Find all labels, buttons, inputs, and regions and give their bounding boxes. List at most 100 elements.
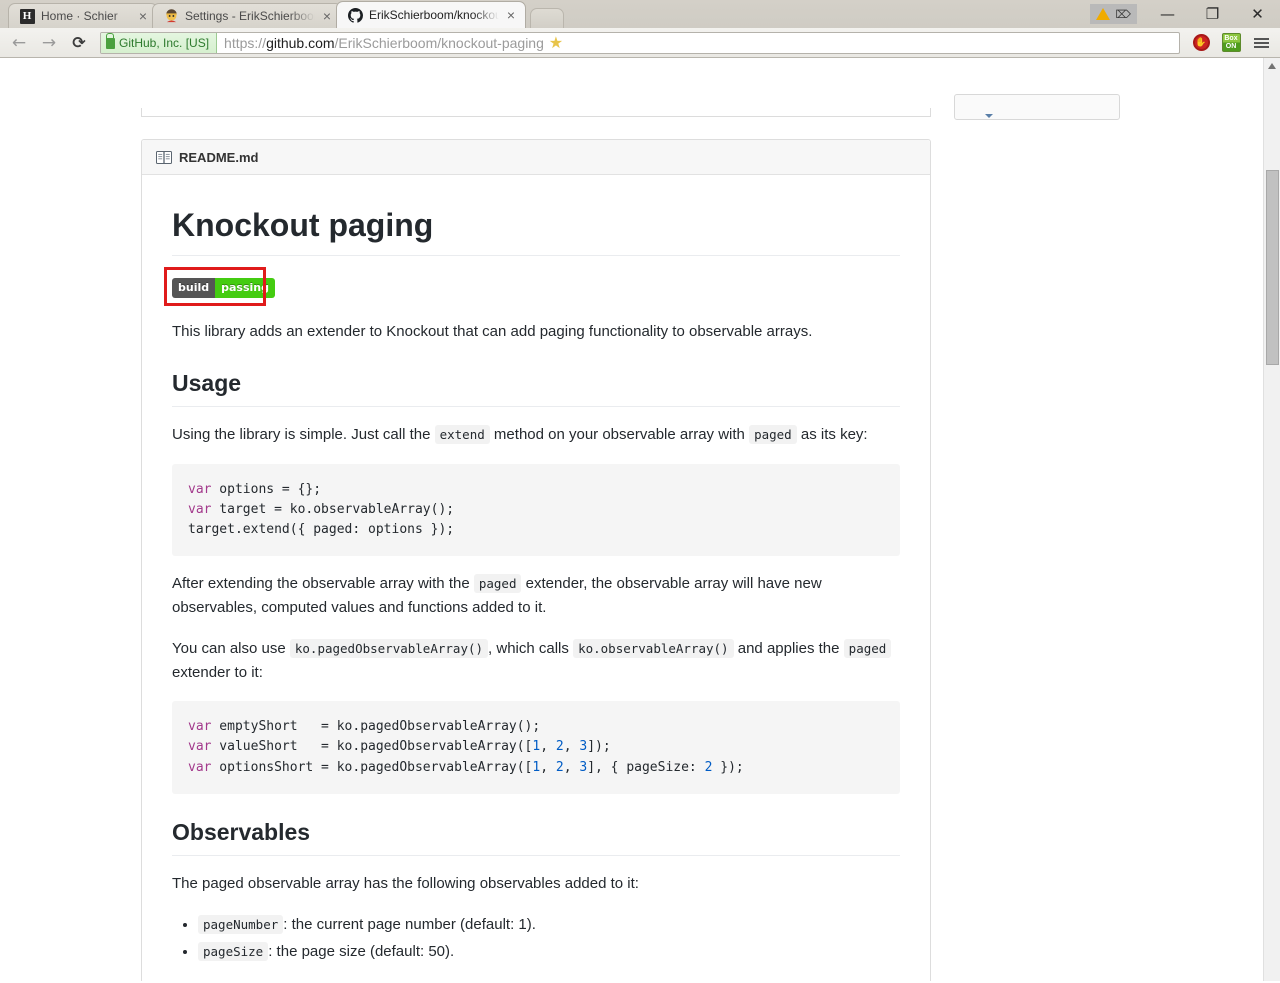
url-text: https://github.com/ErikSchierboom/knocko… (217, 35, 544, 51)
code1-l1-rest: options = {}; (211, 481, 322, 497)
usage-p3-part3: and applies the (733, 639, 844, 657)
intro-paragraph: This library adds an extender to Knockou… (172, 323, 813, 341)
code2-l3-b: ], { pageSize: (587, 759, 705, 775)
code2-l3-c: }); (712, 759, 744, 775)
readme-content: Knockout paging build passing This libra… (142, 175, 930, 981)
boxon-bottom-label: ON (1225, 42, 1237, 50)
adblock-hand-icon: ✋ (1192, 34, 1210, 51)
inline-code-page-number: pageNumber (198, 914, 284, 934)
maximize-button[interactable]: ❐ (1190, 0, 1235, 28)
hamburger-icon (1253, 37, 1269, 48)
url-path: /ErikSchierboom/knockout-paging (334, 34, 544, 51)
build-status-badge[interactable]: build passing (172, 278, 275, 299)
boxon-icon[interactable]: Box ON (1218, 30, 1244, 56)
code2-l1-kw: var (188, 719, 212, 735)
list-item: pageSize: the page size (default: 50). (198, 940, 900, 964)
code2-l2-n3: 3 (579, 739, 588, 755)
code-block-2: var emptyShort = ko.pagedObservableArray… (172, 701, 900, 794)
usage-p1-part2: method on your observable array with (489, 426, 750, 444)
inline-code-observable-array: ko.observableArray() (573, 638, 734, 658)
bookmark-star-button[interactable]: ★ (544, 33, 568, 53)
close-icon[interactable]: × (135, 8, 151, 24)
inline-code-page-size: pageSize (198, 942, 269, 962)
browser-toolbar: ← → ⟳ GitHub, Inc. [US] https://github.c… (0, 28, 1280, 58)
site-identity-badge[interactable]: GitHub, Inc. [US] (101, 32, 218, 53)
observables-list: pageNumber: the current page number (def… (172, 913, 900, 965)
browser-tab-3-title: ErikSchierboom/knockout (369, 8, 499, 22)
inline-code-paged-3: paged (843, 638, 892, 658)
inline-code-paged: paged (749, 425, 797, 445)
usage-p3-part2: , which calls (488, 639, 574, 657)
tab-strip: H Home · Schier × Settings - ErikSchierb… (0, 0, 1280, 28)
browser-tab-2[interactable]: Settings - ErikSchierboom × (152, 3, 342, 28)
adblock-icon[interactable]: ✋ (1188, 30, 1214, 56)
usage-paragraph-2: After extending the observable array wit… (172, 572, 900, 621)
page-viewport: README.md Knockout paging build passing … (0, 58, 1280, 981)
new-tab-button[interactable] (530, 8, 564, 28)
minimize-button[interactable]: — (1145, 0, 1190, 28)
boxon-badge: Box ON (1221, 33, 1241, 52)
back-button[interactable]: ← (6, 30, 32, 56)
list-item-text: : the page size (default: 50). (268, 943, 455, 961)
warning-triangle-icon (1096, 8, 1111, 20)
code1-l2-rest: target = ko.observableArray(); (211, 501, 455, 517)
browser-chrome: H Home · Schier × Settings - ErikSchierb… (0, 0, 1280, 58)
close-icon[interactable]: × (503, 7, 519, 23)
clipped-panel-rule (141, 116, 931, 117)
browser-tab-1[interactable]: H Home · Schier × (8, 3, 158, 28)
code2-l3-n1: 1 (532, 759, 541, 775)
section-heading-usage: Usage (172, 369, 900, 408)
page-scrollbar[interactable] (1263, 58, 1280, 981)
observables-paragraph-1: The paged observable array has the follo… (172, 875, 639, 893)
readme-header: README.md (142, 140, 930, 175)
code2-l1-a: emptyShort = ko.pagedObservableArray(); (211, 719, 541, 735)
clipped-dropdown-button[interactable] (954, 94, 1120, 120)
section-heading-observables: Observables (172, 818, 900, 857)
clipped-panel-edge-right (930, 108, 931, 117)
scrollbar-thumb[interactable] (1266, 170, 1279, 365)
close-window-button[interactable]: ✕ (1235, 0, 1280, 28)
forward-button[interactable]: → (36, 30, 62, 56)
code1-l3-rest: target.extend({ paged: options }); (188, 521, 455, 537)
reload-button[interactable]: ⟳ (66, 30, 92, 56)
code2-l2-b: ]); (587, 739, 611, 755)
lock-icon (106, 33, 115, 49)
book-icon (156, 150, 172, 164)
code2-l3-a: optionsShort = ko.pagedObservableArray([ (211, 759, 533, 775)
warning-indicator[interactable]: ⌦ (1090, 4, 1137, 24)
warning-glyph-icon: ⌦ (1115, 7, 1131, 21)
github-octocat-favicon (347, 7, 363, 23)
page-title: Knockout paging (172, 205, 900, 256)
usage-p1-part3: as its key: (796, 426, 868, 444)
code-block-1: var options = {}; var target = ko.observ… (172, 463, 900, 557)
observables-paragraph-2: Changing the current page number or page… (172, 980, 900, 981)
build-badge-right-label: passing (215, 278, 275, 299)
browser-tab-3[interactable]: ErikSchierboom/knockout × (336, 1, 526, 28)
star-icon: ★ (548, 34, 564, 52)
readme-filename: README.md (179, 149, 259, 165)
person-emoji-favicon (163, 8, 179, 24)
usage-p2-part1: After extending the observable array wit… (172, 575, 474, 593)
address-bar[interactable]: GitHub, Inc. [US] https://github.com/Eri… (100, 31, 1180, 54)
code2-l3-n2: 2 (555, 759, 564, 775)
code2-l2-a: valueShort = ko.pagedObservableArray([ (211, 739, 533, 755)
h-square-favicon: H (19, 8, 35, 24)
close-icon[interactable]: × (319, 8, 335, 24)
url-scheme: https:// (224, 34, 267, 51)
list-item: pageNumber: the current page number (def… (198, 913, 900, 937)
build-badge-left-label: build (172, 278, 216, 299)
code1-l1-kw: var (188, 481, 212, 497)
scroll-up-arrow-icon[interactable] (1268, 63, 1276, 69)
usage-p3-part4: extender to it: (172, 663, 263, 681)
browser-menu-button[interactable] (1248, 30, 1274, 56)
usage-paragraph-3: You can also use ko.pagedObservableArray… (172, 637, 900, 686)
browser-tab-1-title: Home · Schier (41, 9, 118, 23)
code2-l2-kw: var (188, 739, 212, 755)
build-badge-wrapper: build passing (164, 267, 275, 306)
url-host: github.com (266, 34, 335, 51)
code2-l2-n1: 1 (532, 739, 541, 755)
code2-l3-kw: var (188, 759, 212, 775)
browser-tab-2-title: Settings - ErikSchierboom (185, 9, 315, 23)
chevron-down-icon (985, 114, 993, 118)
list-item-text: : the current page number (default: 1). (283, 915, 536, 933)
